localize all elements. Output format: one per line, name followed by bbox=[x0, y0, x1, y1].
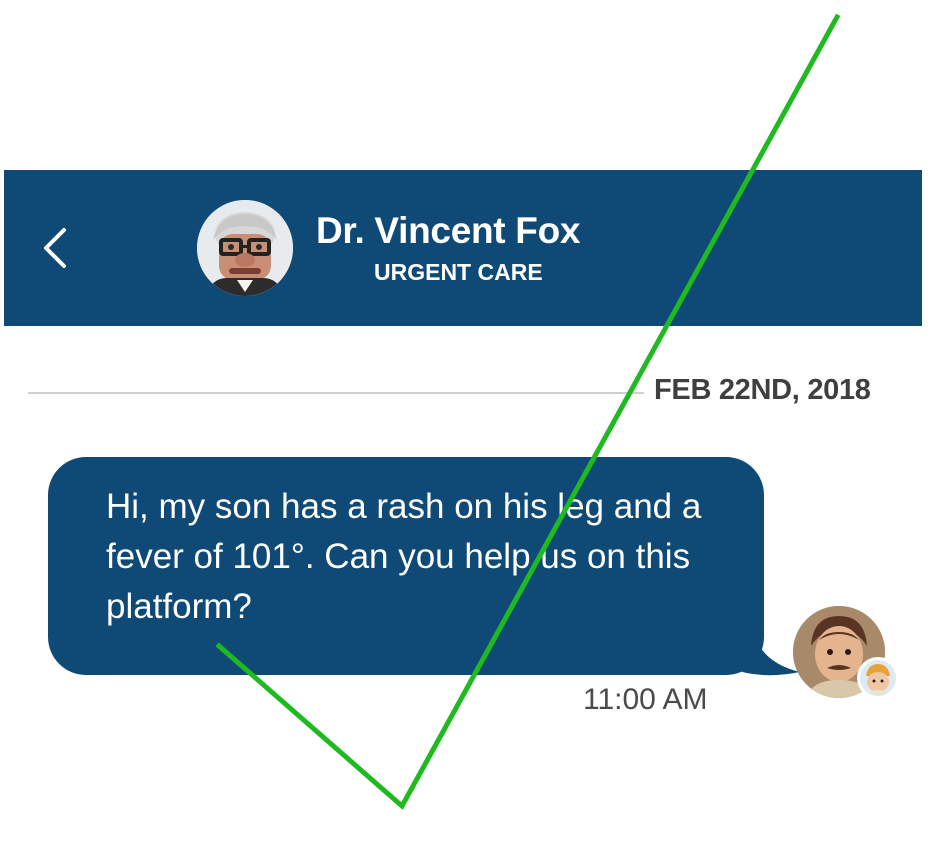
chat-screen: Dr. Vincent Fox URGENT CARE FEB 22ND, 20… bbox=[0, 0, 942, 862]
message-timestamp: 11:00 AM bbox=[583, 683, 708, 716]
back-button[interactable] bbox=[34, 222, 78, 274]
doctor-avatar[interactable] bbox=[197, 200, 293, 296]
conversation-date: FEB 22ND, 2018 bbox=[654, 374, 871, 406]
doctor-avatar-image bbox=[197, 200, 293, 296]
chevron-left-icon bbox=[44, 228, 66, 268]
message-text: Hi, my son has a rash on his leg and a f… bbox=[106, 487, 702, 626]
doctor-department: URGENT CARE bbox=[374, 259, 543, 285]
checkmark-icon bbox=[215, 13, 841, 810]
child-avatar[interactable] bbox=[857, 657, 899, 699]
chat-header: Dr. Vincent Fox URGENT CARE bbox=[4, 170, 922, 326]
doctor-name: Dr. Vincent Fox bbox=[316, 210, 581, 251]
child-avatar-image bbox=[860, 660, 896, 696]
message-bubble[interactable]: Hi, my son has a rash on his leg and a f… bbox=[48, 457, 764, 675]
date-divider bbox=[28, 392, 644, 394]
